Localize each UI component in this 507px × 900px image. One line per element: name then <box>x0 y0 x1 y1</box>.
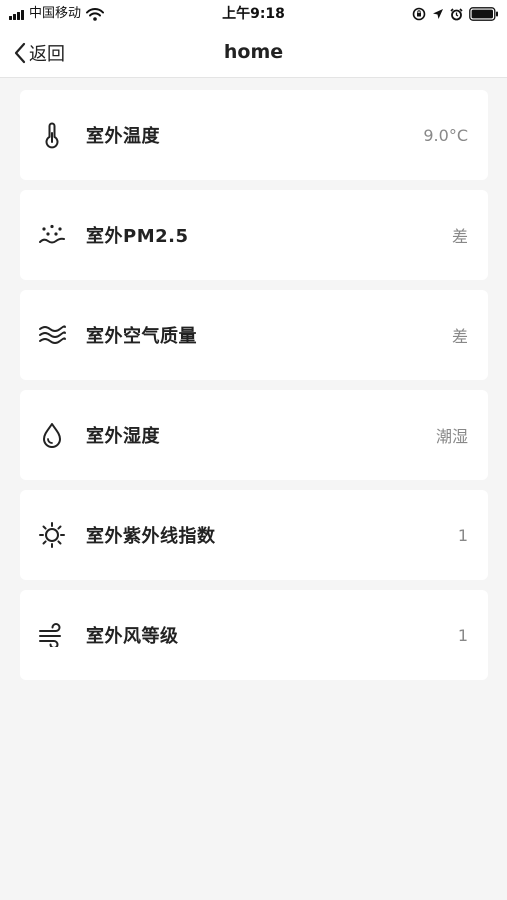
page-title: home <box>223 41 284 63</box>
item-value: 潮湿 <box>435 427 468 446</box>
item-value: 9.0°C <box>423 125 468 145</box>
sun-uv-icon <box>38 521 66 549</box>
alarm-icon <box>450 7 463 20</box>
item-label: 室外PM2.5 <box>86 226 189 247</box>
item-label: 室外温度 <box>86 126 160 147</box>
list-item-outdoor-wind-level[interactable]: 室外风等级 1 <box>20 590 488 680</box>
battery-icon <box>469 7 498 21</box>
orientation-lock-icon <box>412 7 426 21</box>
nav-bar: 返回 home <box>0 28 507 78</box>
item-label: 室外空气质量 <box>86 326 197 347</box>
item-value: 差 <box>451 327 468 346</box>
location-icon <box>433 9 443 19</box>
list-item-outdoor-pm25[interactable]: 室外PM2.5 差 <box>20 190 488 280</box>
item-value: 1 <box>457 525 468 545</box>
air-quality-icon <box>38 321 66 349</box>
list-item-outdoor-air-quality[interactable]: 室外空气质量 差 <box>20 290 488 380</box>
item-label: 室外湿度 <box>86 426 160 447</box>
status-bar-right <box>406 5 499 23</box>
thermometer-icon <box>38 121 66 149</box>
sensor-list: 室外温度 9.0°C 室外PM2.5 差 室外空气质量 差 室外湿度 潮湿 室外… <box>20 90 488 690</box>
item-label: 室外风等级 <box>86 626 179 647</box>
wind-icon <box>38 621 66 649</box>
status-bar: 中国移动 上午9:18 <box>0 0 507 28</box>
item-value: 差 <box>451 227 468 246</box>
list-item-outdoor-uv-index[interactable]: 室外紫外线指数 1 <box>20 490 488 580</box>
item-label: 室外紫外线指数 <box>86 526 216 547</box>
list-item-outdoor-temperature[interactable]: 室外温度 9.0°C <box>20 90 488 180</box>
pm25-icon <box>38 221 66 249</box>
item-value: 1 <box>457 625 468 645</box>
list-item-outdoor-humidity[interactable]: 室外湿度 潮湿 <box>20 390 488 480</box>
humidity-drop-icon <box>38 421 66 449</box>
